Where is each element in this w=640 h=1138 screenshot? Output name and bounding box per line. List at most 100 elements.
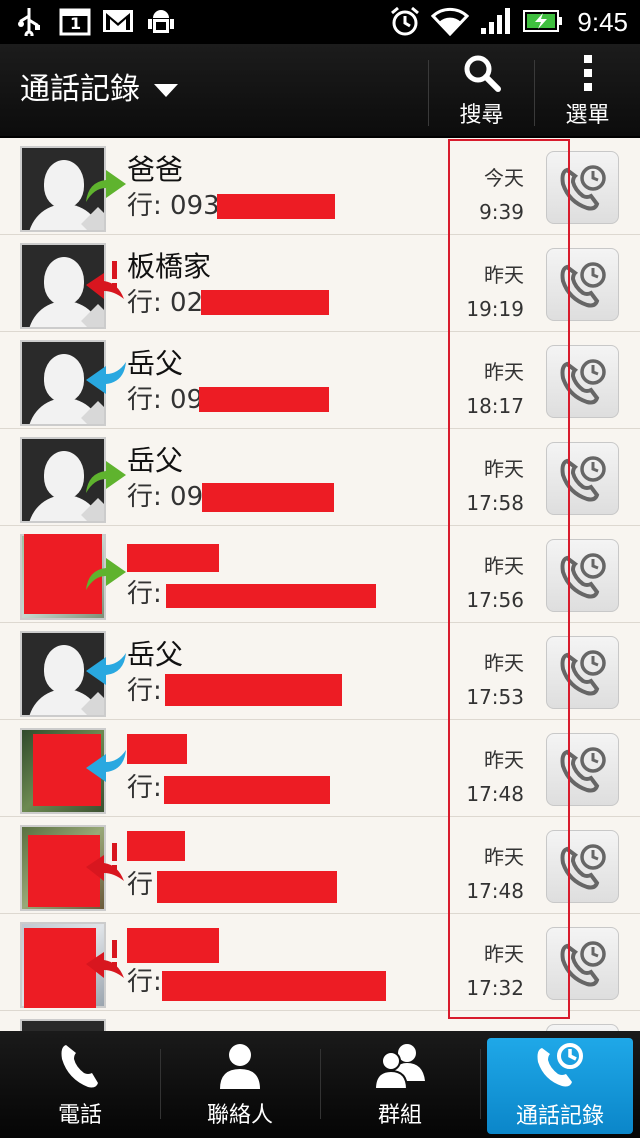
call-log-list[interactable]: 爸爸 行: 093 今天 9:39 板橋家 行: 02 昨天 19:19 岳父 … bbox=[0, 138, 640, 1031]
call-history-button[interactable] bbox=[546, 248, 619, 321]
tab-label: 通話記錄 bbox=[515, 1104, 604, 1129]
redaction bbox=[127, 544, 219, 572]
incoming-call-icon bbox=[86, 362, 126, 394]
search-button[interactable]: 搜尋 bbox=[429, 44, 534, 138]
call-history-button[interactable] bbox=[546, 1024, 619, 1031]
contact-name: 岳父 bbox=[127, 638, 184, 671]
call-history-button[interactable] bbox=[546, 442, 619, 515]
call-log-row[interactable]: 行: 昨天 17:56 bbox=[0, 526, 640, 623]
overflow-menu-icon bbox=[583, 55, 592, 91]
divider bbox=[480, 1049, 481, 1119]
tab-label: 群組 bbox=[377, 1102, 422, 1128]
call-log-row[interactable]: 岳父 行: 09 昨天 17:58 bbox=[0, 429, 640, 526]
missed-call-icon bbox=[86, 261, 124, 299]
call-history-button[interactable] bbox=[546, 733, 619, 806]
status-bar: 1 9:45 bbox=[0, 0, 640, 44]
contact-number: 行: 02 bbox=[127, 288, 204, 318]
call-history-icon bbox=[560, 844, 606, 890]
page-title: 通話記錄 bbox=[20, 72, 140, 107]
search-label: 搜尋 bbox=[459, 103, 504, 128]
contact-number: 行: bbox=[127, 967, 162, 997]
call-day: 昨天 bbox=[484, 457, 524, 481]
call-time: 17:56 bbox=[466, 588, 524, 612]
alarm-icon bbox=[388, 6, 422, 36]
call-history-icon bbox=[560, 456, 606, 502]
call-time: 17:53 bbox=[466, 685, 524, 709]
call-day: 今天 bbox=[484, 166, 524, 190]
call-time: 18:17 bbox=[466, 394, 524, 418]
tab-groups[interactable]: 群組 bbox=[320, 1031, 480, 1138]
call-day: 昨天 bbox=[484, 845, 524, 869]
caret-down-icon bbox=[154, 83, 178, 97]
call-history-icon bbox=[560, 747, 606, 793]
outgoing-call-icon bbox=[86, 461, 126, 493]
call-history-icon bbox=[560, 553, 606, 599]
contact-name: 板橋家 bbox=[127, 250, 212, 283]
call-log-row[interactable]: 爸爸 行: 093 今天 9:39 bbox=[0, 138, 640, 235]
call-log-row[interactable] bbox=[0, 1011, 640, 1031]
incoming-call-icon bbox=[86, 750, 126, 782]
redaction bbox=[162, 971, 386, 1001]
contact-number: 行: 09 bbox=[127, 385, 204, 415]
tab-call-history[interactable]: 通話記錄 bbox=[487, 1038, 633, 1134]
call-time: 17:32 bbox=[466, 976, 524, 1000]
call-history-button[interactable] bbox=[546, 345, 619, 418]
call-time: 17:48 bbox=[466, 782, 524, 806]
call-log-row[interactable]: 岳父 行: 昨天 17:53 bbox=[0, 623, 640, 720]
call-time: 19:19 bbox=[466, 297, 524, 321]
wifi-icon bbox=[430, 6, 470, 36]
call-history-icon bbox=[560, 359, 606, 405]
call-history-button[interactable] bbox=[546, 830, 619, 903]
redaction bbox=[166, 584, 376, 608]
call-log-row[interactable]: 板橋家 行: 02 昨天 19:19 bbox=[0, 235, 640, 332]
redaction bbox=[127, 928, 219, 963]
gmail-icon bbox=[100, 6, 136, 36]
bottom-navigation: 電話 聯絡人 群組 通話記錄 bbox=[0, 1031, 640, 1138]
call-history-button[interactable] bbox=[546, 539, 619, 612]
call-history-icon bbox=[560, 165, 606, 211]
contact-number: 行: bbox=[127, 773, 162, 803]
menu-button[interactable]: 選單 bbox=[535, 44, 640, 138]
contact-name: 爸爸 bbox=[127, 153, 184, 186]
title-dropdown[interactable]: 通話記錄 bbox=[20, 70, 178, 110]
call-history-icon bbox=[537, 1043, 583, 1087]
tab-phone[interactable]: 電話 bbox=[0, 1031, 160, 1138]
contact-number: 行: 093 bbox=[127, 191, 220, 221]
call-history-icon bbox=[560, 650, 606, 696]
redaction bbox=[127, 734, 187, 764]
call-day: 昨天 bbox=[484, 554, 524, 578]
redaction bbox=[217, 194, 335, 219]
call-history-button[interactable] bbox=[546, 151, 619, 224]
missed-call-icon bbox=[86, 940, 124, 978]
action-bar: 通話記錄 搜尋 選單 bbox=[0, 44, 640, 138]
contact-name: 岳父 bbox=[127, 444, 184, 477]
calendar-day: 1 bbox=[70, 14, 82, 33]
redaction bbox=[164, 776, 330, 804]
battery-charging-icon bbox=[522, 6, 564, 36]
person-icon bbox=[220, 1043, 260, 1089]
call-log-row[interactable]: 行: 昨天 17:48 bbox=[0, 720, 640, 817]
call-log-row[interactable]: 行 昨天 17:48 bbox=[0, 817, 640, 914]
contact-number: 行: bbox=[127, 579, 162, 609]
contact-avatar[interactable] bbox=[20, 1019, 106, 1031]
signal-icon bbox=[478, 6, 514, 36]
call-history-button[interactable] bbox=[546, 636, 619, 709]
call-day: 昨天 bbox=[484, 748, 524, 772]
contact-number: 行: bbox=[127, 676, 162, 706]
outgoing-call-icon bbox=[86, 170, 126, 202]
call-history-icon bbox=[560, 941, 606, 987]
contact-number: 行: 09 bbox=[127, 482, 204, 512]
calendar-icon: 1 bbox=[58, 6, 92, 36]
missed-call-icon bbox=[86, 843, 124, 881]
call-time: 17:58 bbox=[466, 491, 524, 515]
tab-contacts[interactable]: 聯絡人 bbox=[160, 1031, 320, 1138]
phone-icon bbox=[61, 1044, 98, 1087]
android-debug-icon bbox=[146, 6, 176, 36]
call-time: 9:39 bbox=[479, 200, 524, 224]
call-history-button[interactable] bbox=[546, 927, 619, 1000]
contact-name: 岳父 bbox=[127, 347, 184, 380]
redaction bbox=[202, 483, 334, 512]
group-icon bbox=[373, 1043, 425, 1090]
call-log-row[interactable]: 岳父 行: 09 昨天 18:17 bbox=[0, 332, 640, 429]
call-log-row[interactable]: 行: 昨天 17:32 bbox=[0, 914, 640, 1011]
